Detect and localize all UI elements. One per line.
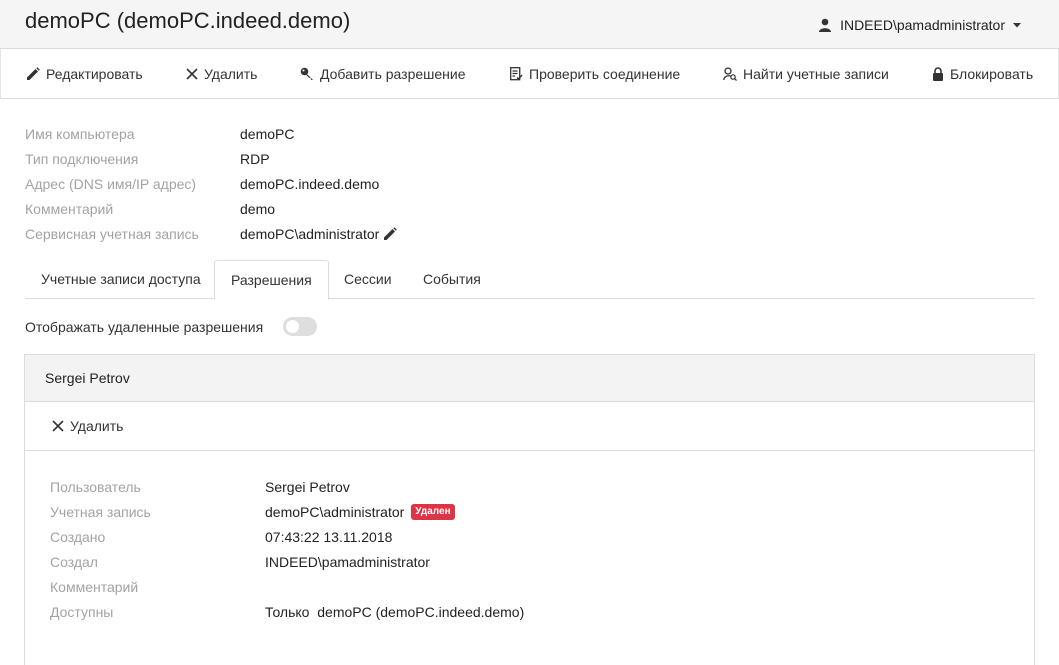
prop-label: Имя компьютера <box>25 126 135 142</box>
detail-value: 07:43:22 13.11.2018 <box>265 529 393 545</box>
user-search-icon <box>723 67 737 81</box>
tab-events[interactable]: События <box>407 260 497 299</box>
checklist-icon <box>510 67 523 81</box>
delete-permission-label: Удалить <box>70 418 124 434</box>
permission-card-toolbar: Удалить <box>25 402 1034 451</box>
prop-value: demoPC.indeed.demo <box>240 176 380 192</box>
detail-label: Комментарий <box>50 579 139 595</box>
permission-card-header[interactable]: Sergei Petrov <box>25 355 1034 402</box>
delete-label: Удалить <box>204 66 258 82</box>
edit-pencil-icon[interactable] <box>383 227 398 241</box>
prop-label: Комментарий <box>25 201 114 217</box>
user-menu[interactable]: INDEED\pamadministrator <box>818 17 1021 33</box>
check-connection-label: Проверить соединение <box>529 66 681 82</box>
delete-button[interactable]: Удалить <box>186 66 257 82</box>
block-label: Блокировать <box>950 66 1034 82</box>
deleted-badge: Удален <box>411 504 455 520</box>
detail-label: Учетная запись <box>50 504 151 520</box>
permission-card-title: Sergei Petrov <box>45 370 130 386</box>
detail-label: Пользователь <box>50 479 141 495</box>
pencil-icon <box>27 67 40 80</box>
toolbar: Редактировать Удалить Добавить разрешени… <box>0 49 1059 99</box>
detail-label: Создано <box>50 529 106 545</box>
add-permission-button[interactable]: Добавить разрешение <box>300 66 466 82</box>
close-icon <box>186 68 198 80</box>
delete-permission-button[interactable]: Удалить <box>52 418 123 434</box>
service-account-value: demoPC\administrator <box>240 226 380 242</box>
prop-label: Адрес (DNS имя/IP адрес) <box>25 176 197 192</box>
caret-down-icon <box>1013 22 1021 27</box>
detail-value: Sergei Petrov <box>265 479 350 495</box>
tabs: Учетные записи доступа Разрешения Сессии… <box>25 260 1035 300</box>
user-icon <box>819 18 832 32</box>
prop-value: demo <box>240 201 276 217</box>
show-deleted-toggle[interactable] <box>283 317 317 336</box>
detail-label: Создал <box>50 554 98 570</box>
find-accounts-button[interactable]: Найти учетные записи <box>723 66 889 82</box>
find-accounts-label: Найти учетные записи <box>743 66 889 82</box>
account-value: demoPC\administrator <box>265 504 405 520</box>
check-connection-button[interactable]: Проверить соединение <box>510 66 680 82</box>
show-deleted-label: Отображать удаленные разрешения <box>25 319 264 335</box>
app-header: demoPC (demoPC.indeed.demo) INDEED\pamad… <box>0 0 1059 49</box>
detail-value: Только demoPC (demoPC.indeed.demo) <box>265 604 525 620</box>
toggle-knob <box>286 320 299 333</box>
page-title: demoPC (demoPC.indeed.demo) <box>25 8 351 33</box>
block-button[interactable]: Блокировать <box>932 66 1033 82</box>
permission-card: Sergei Petrov Удалить Пользователь Serge… <box>24 354 1035 665</box>
prop-value: demoPC <box>240 126 295 142</box>
edit-label: Редактировать <box>46 66 143 82</box>
lock-icon <box>933 67 943 81</box>
tab-access-accounts[interactable]: Учетные записи доступа <box>25 260 217 299</box>
tab-sessions[interactable]: Сессии <box>328 260 408 299</box>
prop-value: RDP <box>240 151 270 167</box>
detail-label: Доступны <box>50 604 114 620</box>
prop-label: Тип подключения <box>25 151 139 167</box>
prop-value-service-account: demoPC\administrator <box>240 226 398 242</box>
detail-value-account: demoPC\administrator Удален <box>265 504 455 520</box>
add-permission-label: Добавить разрешение <box>320 66 466 82</box>
tab-permissions[interactable]: Разрешения <box>214 260 329 300</box>
close-icon <box>52 420 64 432</box>
prop-label: Сервисная учетная запись <box>25 226 199 242</box>
detail-value: INDEED\pamadministrator <box>265 554 430 570</box>
edit-button[interactable]: Редактировать <box>26 66 143 82</box>
show-deleted-row: Отображать удаленные разрешения <box>25 316 317 338</box>
key-icon <box>300 67 313 80</box>
user-name: INDEED\pamadministrator <box>840 17 1005 33</box>
